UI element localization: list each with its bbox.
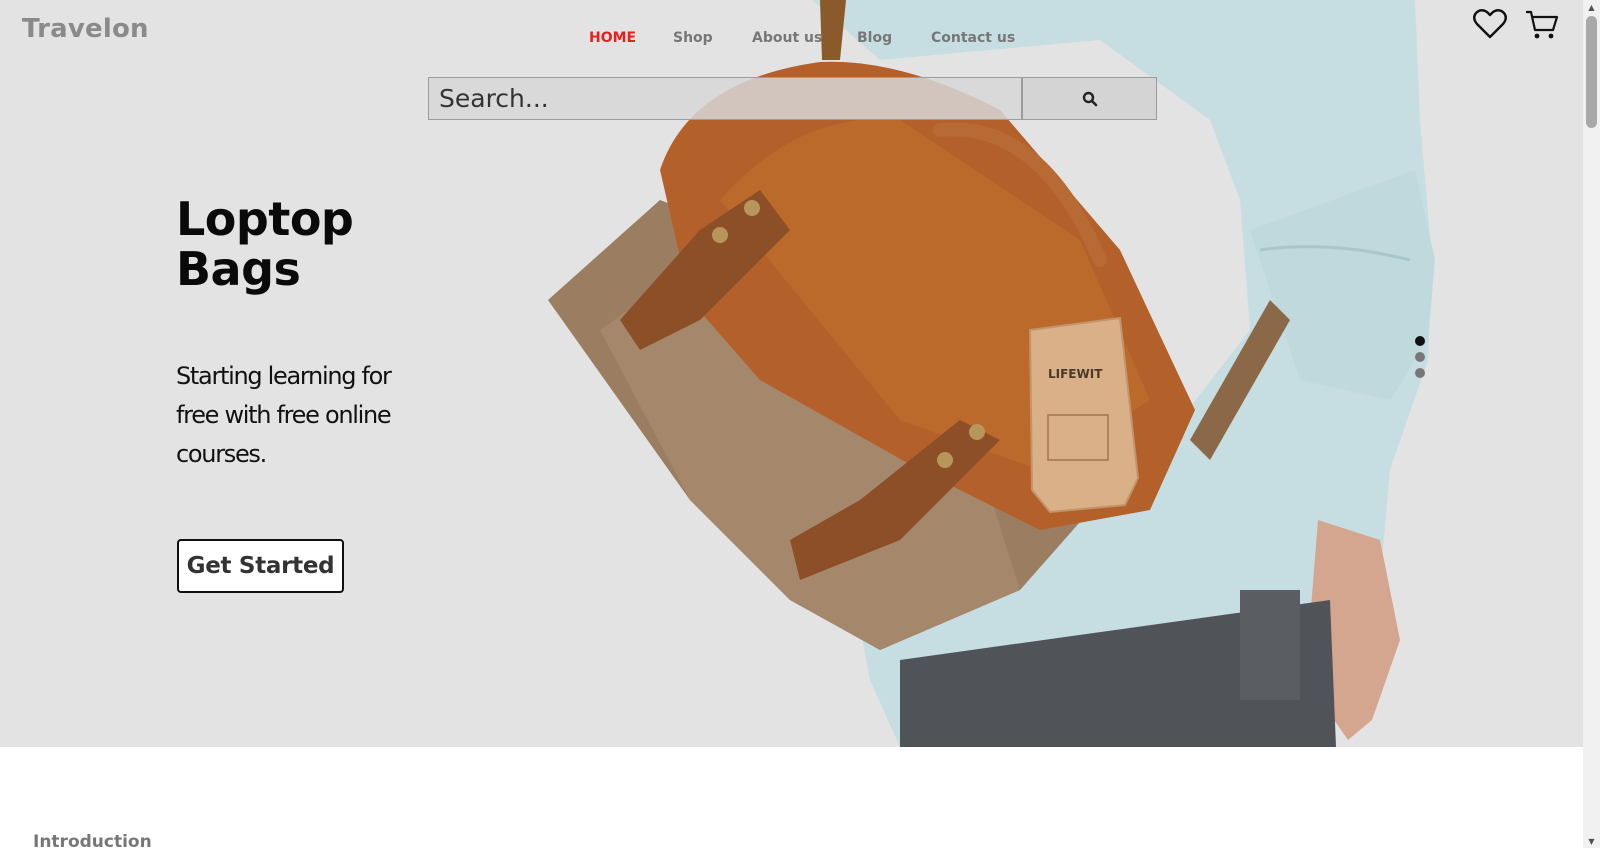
scroll-down-arrow-icon[interactable]: ▼ bbox=[1583, 834, 1600, 848]
slider-dots bbox=[1415, 336, 1425, 384]
search-icon bbox=[1082, 91, 1097, 106]
search-button[interactable] bbox=[1022, 77, 1157, 120]
cart-icon bbox=[1526, 10, 1559, 39]
cart-button[interactable] bbox=[1524, 6, 1560, 42]
heart-icon bbox=[1473, 9, 1507, 39]
hero-banner: LIFEWIT Travelon HOME Shop About us Blog… bbox=[0, 0, 1583, 747]
slider-dot-2[interactable] bbox=[1415, 352, 1425, 362]
nav-item-home[interactable]: HOME bbox=[589, 30, 636, 46]
get-started-button[interactable]: Get Started bbox=[177, 539, 344, 593]
nav-item-contact[interactable]: Contact us bbox=[931, 30, 1015, 46]
tag-brand-text: LIFEWIT bbox=[1048, 367, 1103, 381]
search-input[interactable] bbox=[428, 77, 1022, 120]
section-heading-introduction: Introduction bbox=[33, 832, 152, 848]
hero-title: Loptop Bags bbox=[176, 192, 354, 296]
nav-item-blog[interactable]: Blog bbox=[857, 30, 892, 46]
brand-logo[interactable]: Travelon bbox=[22, 14, 149, 44]
wishlist-button[interactable] bbox=[1472, 6, 1508, 42]
page-scrollbar[interactable]: ▲ ▼ bbox=[1583, 0, 1600, 848]
search-bar bbox=[428, 77, 1157, 120]
hero-subtitle: Starting learning for free with free onl… bbox=[176, 362, 392, 468]
nav-item-shop[interactable]: Shop bbox=[673, 30, 713, 46]
nav-item-about[interactable]: About us bbox=[752, 30, 822, 46]
scrollbar-thumb[interactable] bbox=[1586, 16, 1597, 128]
scroll-up-arrow-icon[interactable]: ▲ bbox=[1583, 0, 1600, 14]
slider-dot-1[interactable] bbox=[1415, 336, 1425, 346]
slider-dot-3[interactable] bbox=[1415, 368, 1425, 378]
